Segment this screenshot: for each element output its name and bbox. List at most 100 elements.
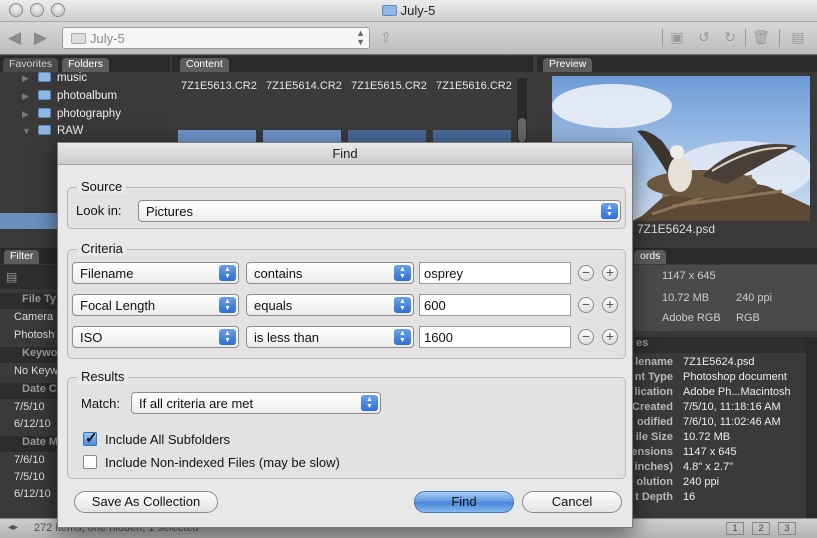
include-nonindexed-label: Include Non-indexed Files (may be slow) [105,455,340,470]
criteria-value-field[interactable]: 1600 [419,326,571,348]
preview-tabstrip: Preview [537,56,817,72]
criteria-value-field[interactable]: osprey [419,262,571,284]
filter-category[interactable]: Date M [0,436,60,452]
new-folder-icon[interactable]: ▣ [668,29,686,45]
filter-category[interactable]: Date C [0,383,60,399]
tab-content[interactable]: Content [180,58,229,72]
preview-caption: 7Z1E5624.psd [637,222,716,236]
stepper-icon: ▲ ▼ [356,28,365,47]
look-in-label: Look in: [76,203,122,218]
include-nonindexed-checkbox[interactable] [83,455,97,469]
tab-folders[interactable]: Folders [62,58,110,72]
back-arrow-icon[interactable]: ◀ [8,28,21,48]
filter-option[interactable]: 6/12/10 [0,418,60,434]
criteria-operator-popup[interactable]: equals ▲ ▼ [246,294,414,316]
look-in-popup[interactable]: Pictures ▲ ▼ [138,200,621,222]
filter-option[interactable]: No Keyw [0,365,60,381]
match-popup[interactable]: If all criteria are met ▲ ▼ [131,392,381,414]
popup-arrows-icon: ▲ ▼ [219,297,236,313]
toolbar: ◀ ▶ July-5 ▲ ▼ ⇪ ▣ ↺ ↻ 🗑 ▤ [0,22,817,55]
find-dialog: Find Source Look in: Pictures ▲ ▼ Criteri… [57,142,633,528]
folder-icon [38,125,51,135]
popup-arrows-icon: ▲ ▼ [394,297,411,313]
criteria-label: Criteria [77,241,127,256]
content-tabstrip: Content [172,56,533,72]
popup-arrows-icon: ▲ ▼ [394,329,411,345]
results-group: Results Match: If all criteria are met ▲… [67,369,626,479]
path-popup[interactable]: July-5 ▲ ▼ [62,27,370,49]
include-subfolders-checkbox[interactable]: ✓ [83,430,98,447]
tab-favorites[interactable]: Favorites [3,58,59,72]
tab-filter[interactable]: Filter [4,250,40,264]
folder-icon [38,108,51,118]
criteria-field-popup[interactable]: ISO ▲ ▼ [72,326,239,348]
folder-item-music[interactable]: ▶ music [22,72,87,88]
trash-icon[interactable]: 🗑 [752,29,770,45]
filter-option[interactable]: 7/5/10 [0,471,60,487]
add-criterion-button[interactable]: + [602,329,618,345]
filter-option[interactable]: Camera [0,311,60,327]
thumbnail-filename[interactable]: 7Z1E5614.CR2 [266,80,342,92]
disclosure-triangle-icon[interactable]: ▶ [22,73,29,84]
include-subfolders-label: Include All Subfolders [105,432,231,447]
add-criterion-button[interactable]: + [602,297,618,313]
thumbnail-filename[interactable]: 7Z1E5613.CR2 [181,80,257,92]
folder-icon [38,90,51,100]
checkmark-icon: ✓ [85,430,98,447]
scroll-arrows-icon[interactable]: ◂▸ [8,522,18,533]
scrollbar-thumb[interactable] [518,118,526,142]
results-label: Results [77,369,129,384]
remove-criterion-button[interactable]: − [578,265,594,281]
thumbnail-filename[interactable]: 7Z1E5616.CR2 [436,80,512,92]
match-label: Match: [81,396,121,411]
rotate-right-icon[interactable]: ↻ [721,29,739,45]
filter-category[interactable]: File Ty [0,293,60,309]
filter-sort-icon[interactable]: ▤ [6,270,17,284]
view-1-button[interactable]: 1 [726,522,744,535]
popup-arrows-icon: ▲ ▼ [394,265,411,281]
disclosure-triangle-icon[interactable]: ▶ [22,91,29,102]
tab-keywords[interactable]: ords [634,250,667,264]
forward-arrow-icon[interactable]: ▶ [34,28,47,48]
toolbar-divider [745,29,746,47]
folder-item-photoalbum[interactable]: ▶ photoalbum [22,90,117,106]
thumbnail-filename[interactable]: 7Z1E5615.CR2 [351,80,427,92]
find-button[interactable]: Find [414,491,514,513]
filter-toolbar: ▤ [0,265,60,289]
go-up-icon[interactable]: ⇪ [377,29,395,45]
popup-arrows-icon: ▲ ▼ [219,329,236,345]
disclosure-triangle-icon[interactable]: ▼ [22,126,31,136]
metadata-tabstrip: ords [634,248,817,264]
save-as-collection-button[interactable]: Save As Collection [74,491,218,513]
popup-arrows-icon: ▲ ▼ [219,265,236,281]
tab-preview[interactable]: Preview [543,58,593,72]
workspace-icon[interactable]: ▤ [789,29,807,45]
criteria-value-field[interactable]: 600 [419,294,571,316]
filter-option[interactable]: 6/12/10 [0,488,60,504]
filter-option[interactable]: 7/5/10 [0,401,60,417]
filter-category[interactable]: Keywo [0,347,60,363]
folder-item-photography[interactable]: ▶ photography [22,108,121,124]
remove-criterion-button[interactable]: − [578,329,594,345]
filter-option[interactable]: Photosh [0,329,60,345]
disclosure-triangle-icon[interactable]: ▶ [22,109,29,120]
filter-tabstrip: Filter [0,248,60,264]
criteria-operator-popup[interactable]: is less than ▲ ▼ [246,326,414,348]
source-group: Source Look in: Pictures ▲ ▼ [67,179,626,229]
filter-option[interactable]: 7/6/10 [0,454,60,470]
criteria-field-popup[interactable]: Focal Length ▲ ▼ [72,294,239,316]
cancel-button[interactable]: Cancel [522,491,622,513]
window-title: July-5 [0,3,817,18]
folder-icon [381,5,397,16]
view-2-button[interactable]: 2 [752,522,770,535]
folders-tabstrip: Favorites Folders [0,56,170,72]
rotate-left-icon[interactable]: ↺ [695,29,713,45]
criteria-field-popup[interactable]: Filename ▲ ▼ [72,262,239,284]
criteria-operator-popup[interactable]: contains ▲ ▼ [246,262,414,284]
remove-criterion-button[interactable]: − [578,297,594,313]
add-criterion-button[interactable]: + [602,265,618,281]
metadata-summary: 1147 x 645 10.72 MB 240 ppi Adobe RGB RG… [634,265,817,331]
metadata-section-header[interactable]: es [634,337,817,353]
folder-item-raw[interactable]: ▼ RAW [22,125,83,141]
view-3-button[interactable]: 3 [778,522,796,535]
